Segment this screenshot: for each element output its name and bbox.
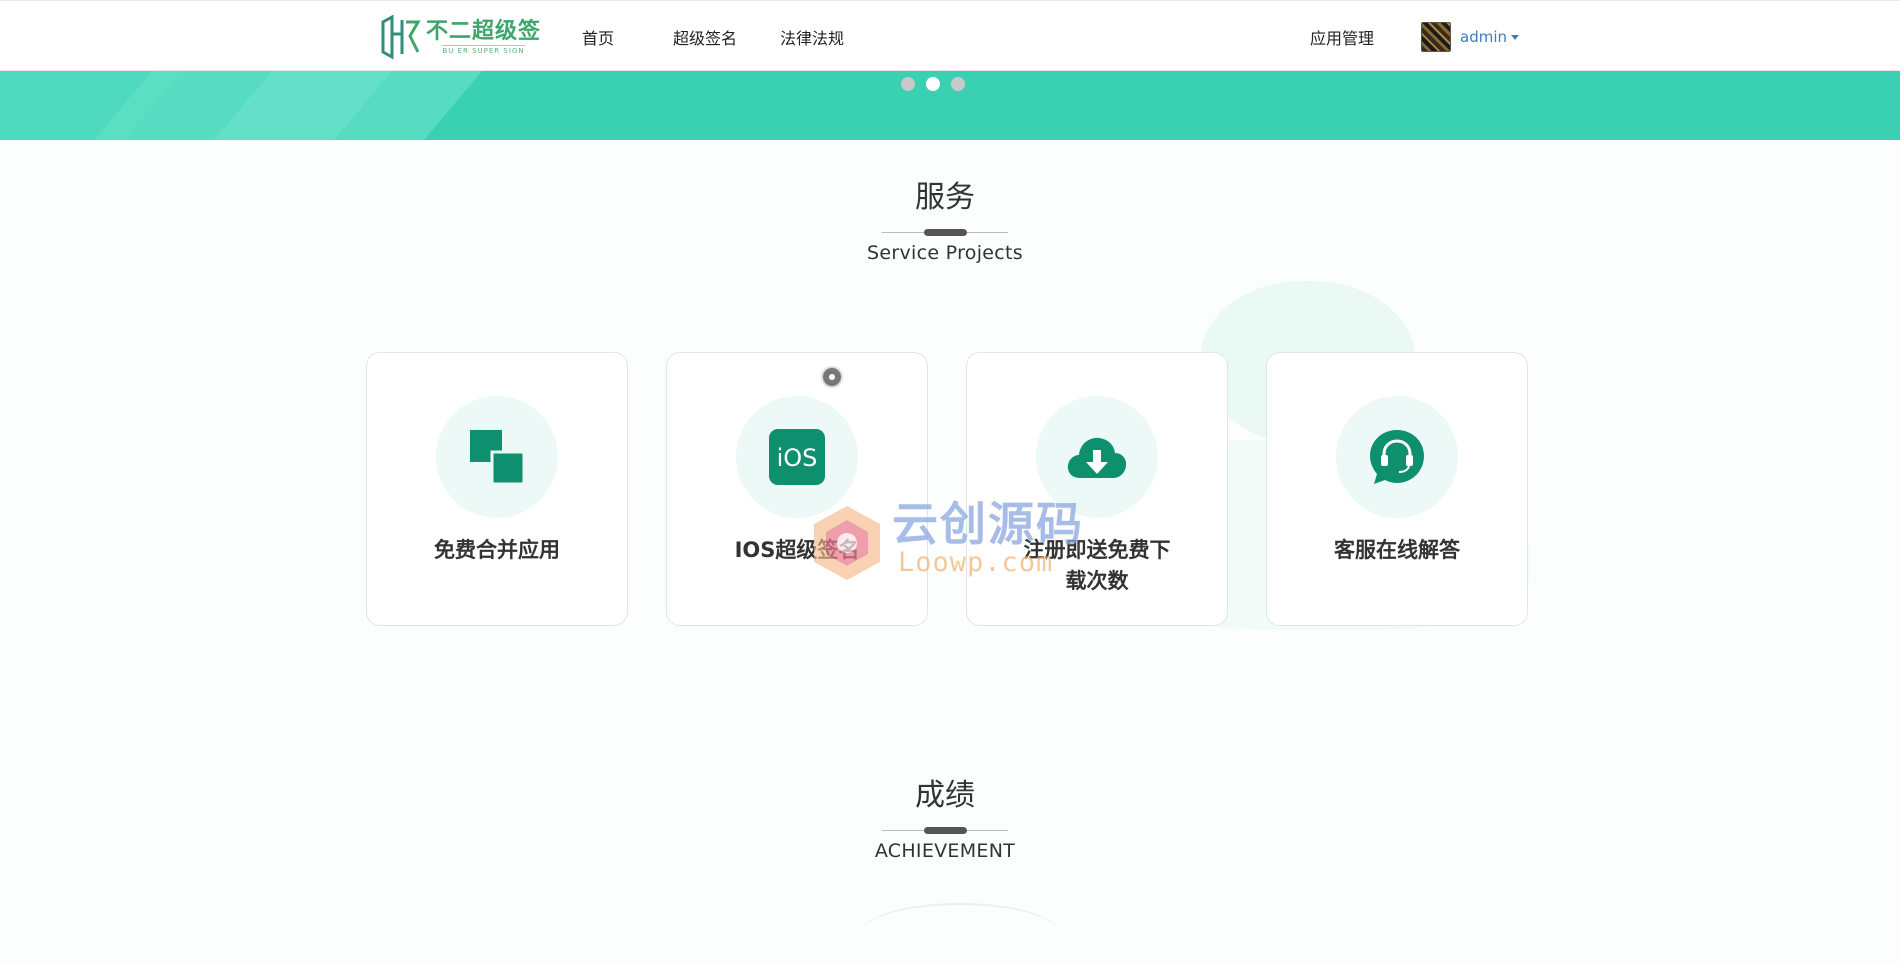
user-name[interactable]: admin: [1460, 28, 1507, 46]
watermark: 云创源码 Loowp.com: [806, 498, 1096, 588]
mouse-cursor-indicator: [821, 366, 843, 388]
user-menu[interactable]: admin: [1421, 20, 1519, 54]
brand-name: 不二超级签: [426, 18, 542, 44]
achievement-title: 成绩: [915, 778, 975, 813]
ios-icon-text: iOS: [777, 444, 818, 472]
nav-home[interactable]: 首页: [582, 25, 614, 49]
merge-apps-icon: [470, 430, 526, 486]
service-label: 免费合并应用: [434, 538, 560, 562]
carousel-dot-1[interactable]: [901, 77, 915, 91]
heading-divider: [882, 824, 1008, 836]
watermark-logo-icon: [814, 506, 880, 580]
services-heading: 服务 Service Projects: [795, 180, 1095, 264]
brand-subtitle: BU ER SUPER SIGN: [442, 44, 525, 55]
achievement-subtitle: ACHIEVEMENT: [874, 840, 1016, 862]
brand-logo-icon: [381, 14, 421, 60]
decorative-curve: [860, 903, 1060, 965]
top-navbar: 不二超级签 BU ER SUPER SIGN 首页 超级签名 法律法规 应用管理…: [0, 0, 1900, 71]
service-card-merge[interactable]: 免费合并应用: [366, 352, 628, 626]
carousel-dot-2[interactable]: [926, 77, 940, 91]
nav-app-management[interactable]: 应用管理: [1310, 25, 1374, 49]
nav-legal[interactable]: 法律法规: [780, 25, 844, 49]
hero-banner: [0, 71, 1900, 140]
headset-chat-icon: [1370, 430, 1424, 484]
service-label: 客服在线解答: [1334, 538, 1460, 562]
carousel-dot-3[interactable]: [951, 77, 965, 91]
services-title: 服务: [915, 180, 975, 215]
watermark-text-cn: 云创源码: [892, 497, 1084, 551]
avatar[interactable]: [1421, 22, 1451, 52]
watermark-text-en: Loowp.com: [898, 547, 1054, 578]
nav-super-sign[interactable]: 超级签名: [673, 25, 737, 49]
ios-icon: iOS: [769, 429, 825, 485]
cloud-download-icon: [1067, 437, 1127, 478]
brand-logo[interactable]: 不二超级签 BU ER SUPER SIGN: [380, 14, 541, 60]
heading-divider: [882, 226, 1008, 238]
service-card-support[interactable]: 客服在线解答: [1266, 352, 1528, 626]
carousel-indicators: [901, 77, 965, 91]
caret-down-icon[interactable]: [1511, 34, 1519, 40]
services-subtitle: Service Projects: [867, 242, 1023, 264]
achievement-heading: 成绩 ACHIEVEMENT: [795, 778, 1095, 862]
